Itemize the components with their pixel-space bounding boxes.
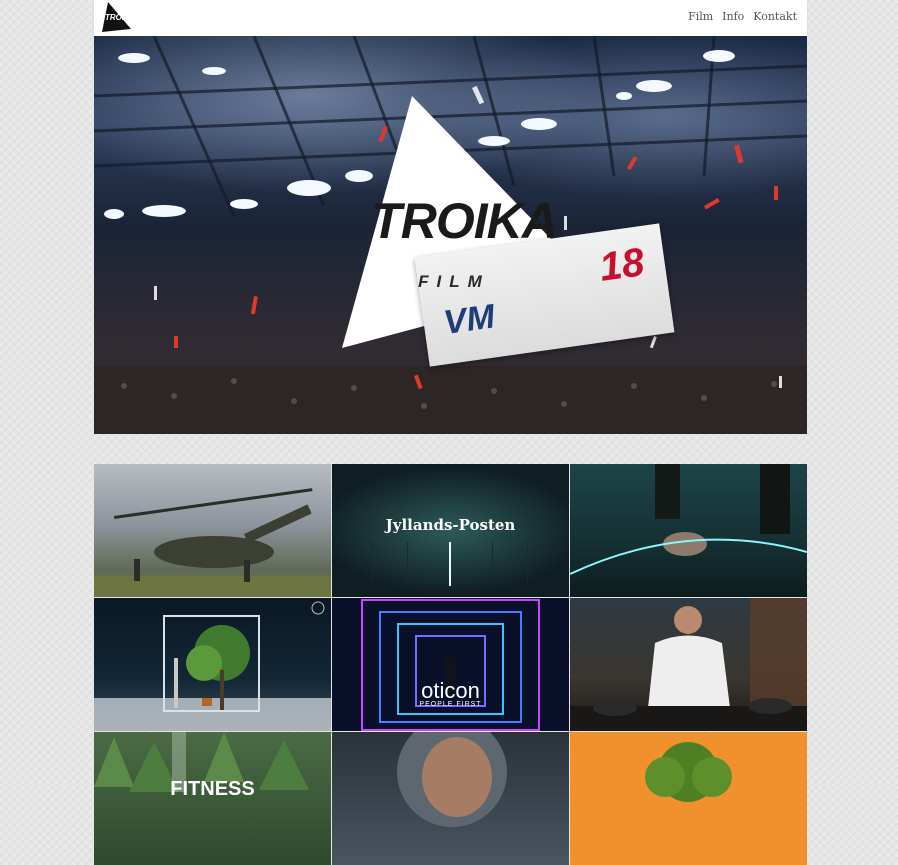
film-tile-feet-circle[interactable]: [570, 464, 807, 597]
film-tile-woman-hood[interactable]: [332, 732, 569, 865]
oticon-sublabel: PEOPLE FIRST: [419, 701, 482, 708]
film-tile-jyllands-posten[interactable]: Jyllands-Posten: [332, 464, 569, 597]
film-grid: Jyllands-Posten oticon PEOPLE FIRST FITN…: [94, 464, 807, 865]
film-tile-oticon[interactable]: oticon PEOPLE FIRST: [332, 598, 569, 731]
jp-light-rods: [372, 542, 528, 586]
hero-video[interactable]: VM 18 TROIKA FILM: [94, 36, 807, 434]
fitness-label: FITNESS: [170, 778, 255, 800]
film-tile-tree-cube[interactable]: [94, 598, 331, 731]
nav-film-link[interactable]: Film: [688, 10, 713, 23]
helicopter-image: [94, 488, 331, 597]
page: TROIKA Film Info Kontakt: [94, 0, 807, 865]
banner-number-text: 18: [596, 240, 647, 290]
nav-kontakt-link[interactable]: Kontakt: [753, 10, 797, 23]
oticon-neon-frames: [361, 599, 540, 731]
chef-image: [570, 598, 807, 731]
woman-hood-image: [397, 732, 507, 827]
orange-tree-image: [645, 742, 732, 802]
site-header: TROIKA Film Info Kontakt: [94, 0, 807, 36]
film-tile-orange-tree[interactable]: [570, 732, 807, 865]
hero-title: TROIKA: [371, 193, 558, 249]
troika-logo[interactable]: TROIKA: [100, 1, 132, 33]
hero-subtitle: FILM: [418, 272, 490, 291]
nav-info-link[interactable]: Info: [722, 10, 744, 23]
film-tile-chef[interactable]: [570, 598, 807, 731]
tree-cube-image: [94, 601, 331, 731]
film-tile-fitness[interactable]: FITNESS: [94, 732, 331, 865]
banner-vm-text: VM: [441, 297, 498, 343]
svg-text:TROIKA: TROIKA: [105, 13, 132, 22]
film-tile-helicopter[interactable]: [94, 464, 331, 597]
feet-circle-image: [570, 464, 807, 575]
main-nav: Film Info Kontakt: [688, 10, 797, 23]
